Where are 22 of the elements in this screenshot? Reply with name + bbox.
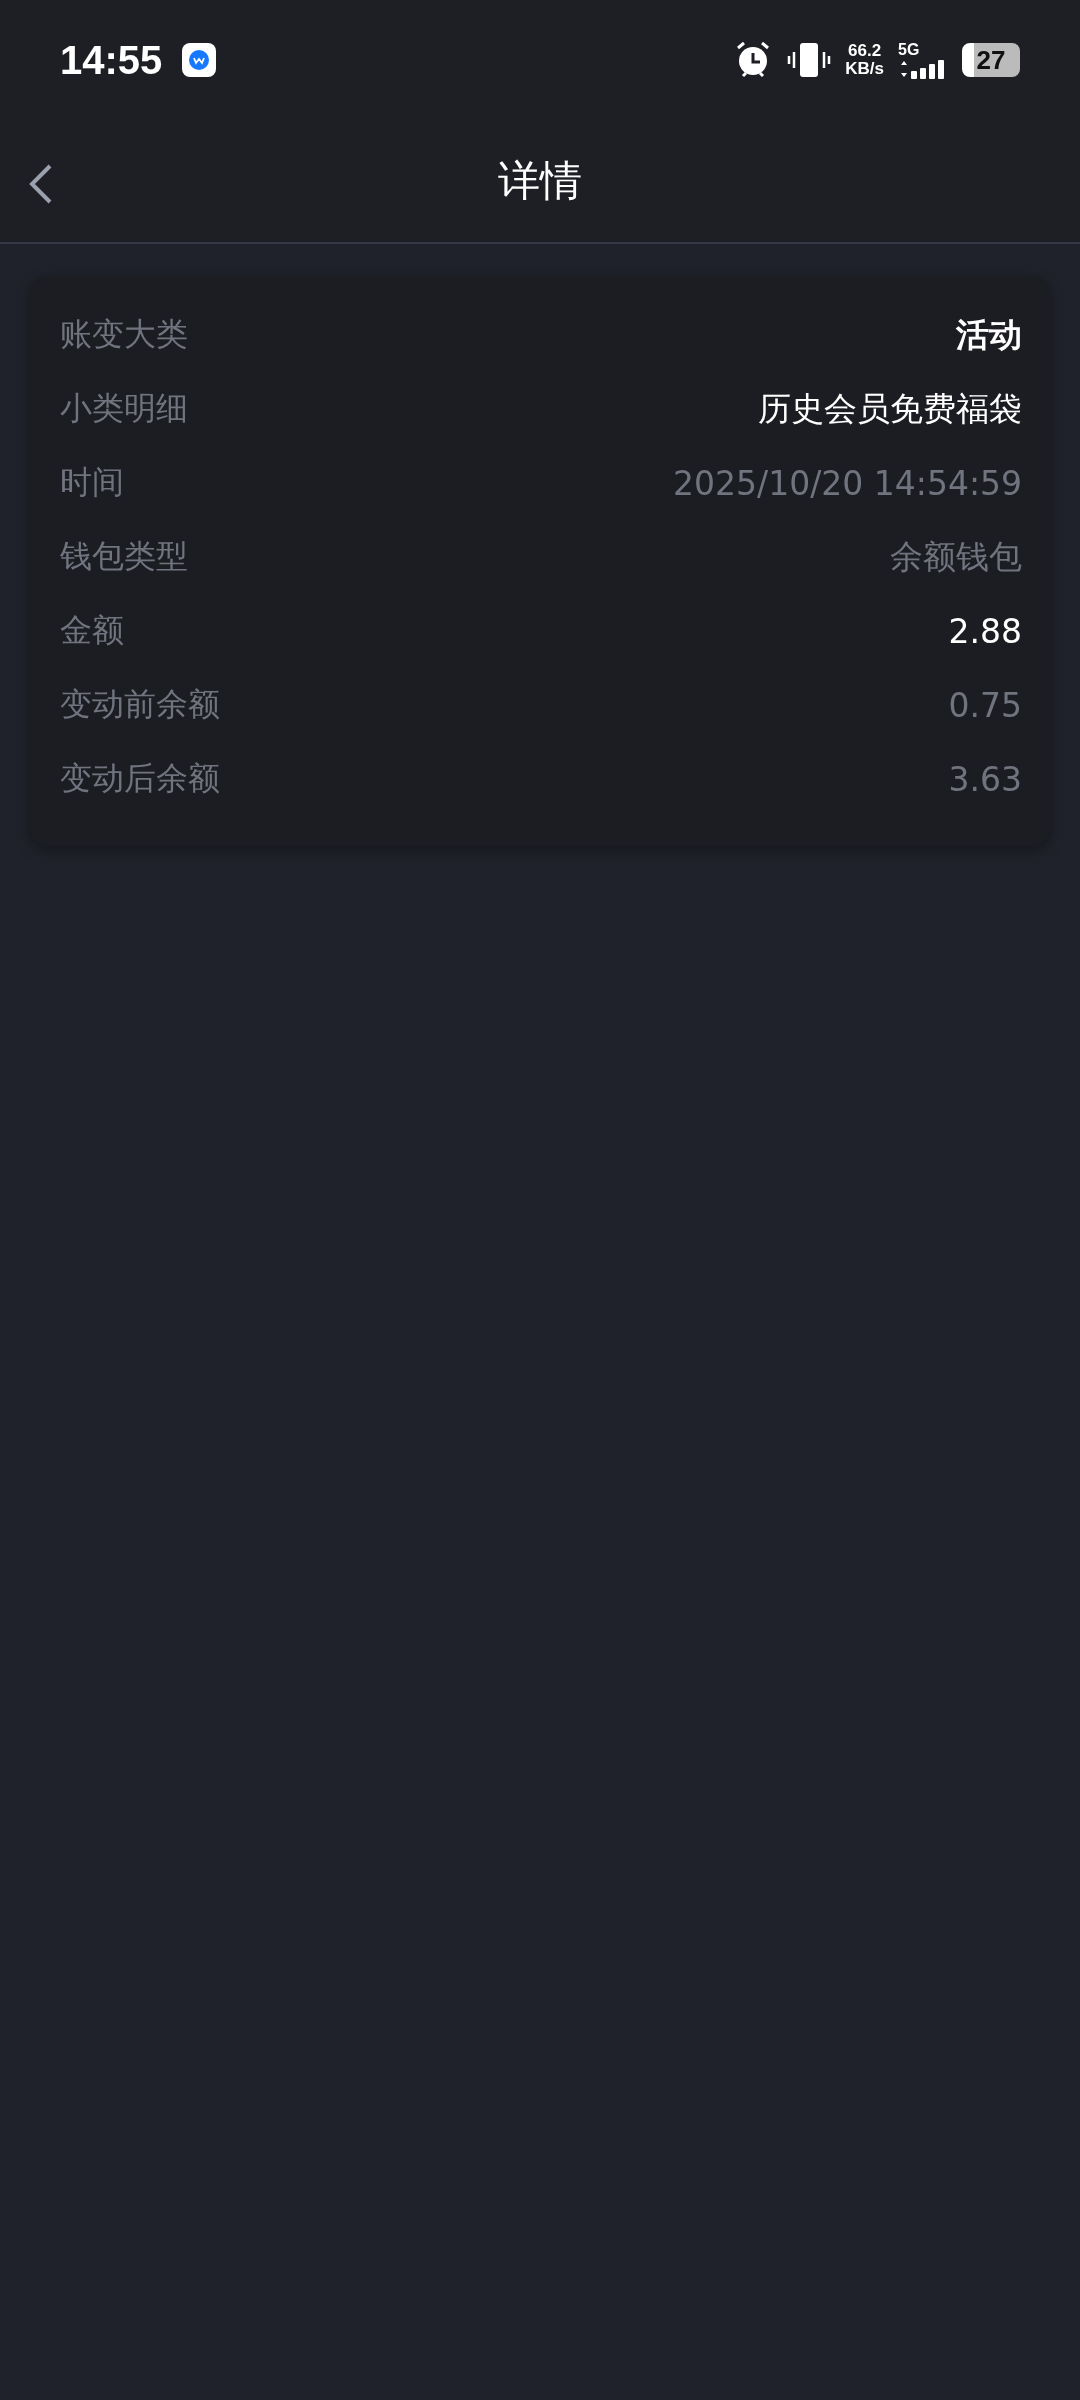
field-label: 变动后余额 [60,758,220,799]
battery-level: 27 [962,43,1020,77]
vibrate-icon [787,40,832,80]
app-notification-icon [182,43,217,77]
field-label: 钱包类型 [60,536,188,577]
network-type: 5G [898,41,921,59]
field-value: 2.88 [948,611,1022,651]
field-value: 3.63 [948,759,1022,799]
field-label: 金额 [60,610,124,651]
network-speed: 66.2 [848,42,882,60]
field-label: 小类明细 [60,388,188,429]
field-value: 0.75 [948,685,1022,725]
field-label: 时间 [60,462,124,503]
field-value: 历史会员免费福袋 [758,387,1022,430]
field-label: 账变大类 [60,314,188,355]
field-value: 活动 [956,313,1022,356]
field-value: 余额钱包 [890,535,1022,578]
speed-unit: KB/s [845,60,884,78]
field-value: 2025/10/20 14:54:59 [673,463,1022,503]
clock-time: 14:55 [60,37,163,83]
field-label: 变动前余额 [60,684,220,725]
page-title: 详情 [498,155,582,207]
